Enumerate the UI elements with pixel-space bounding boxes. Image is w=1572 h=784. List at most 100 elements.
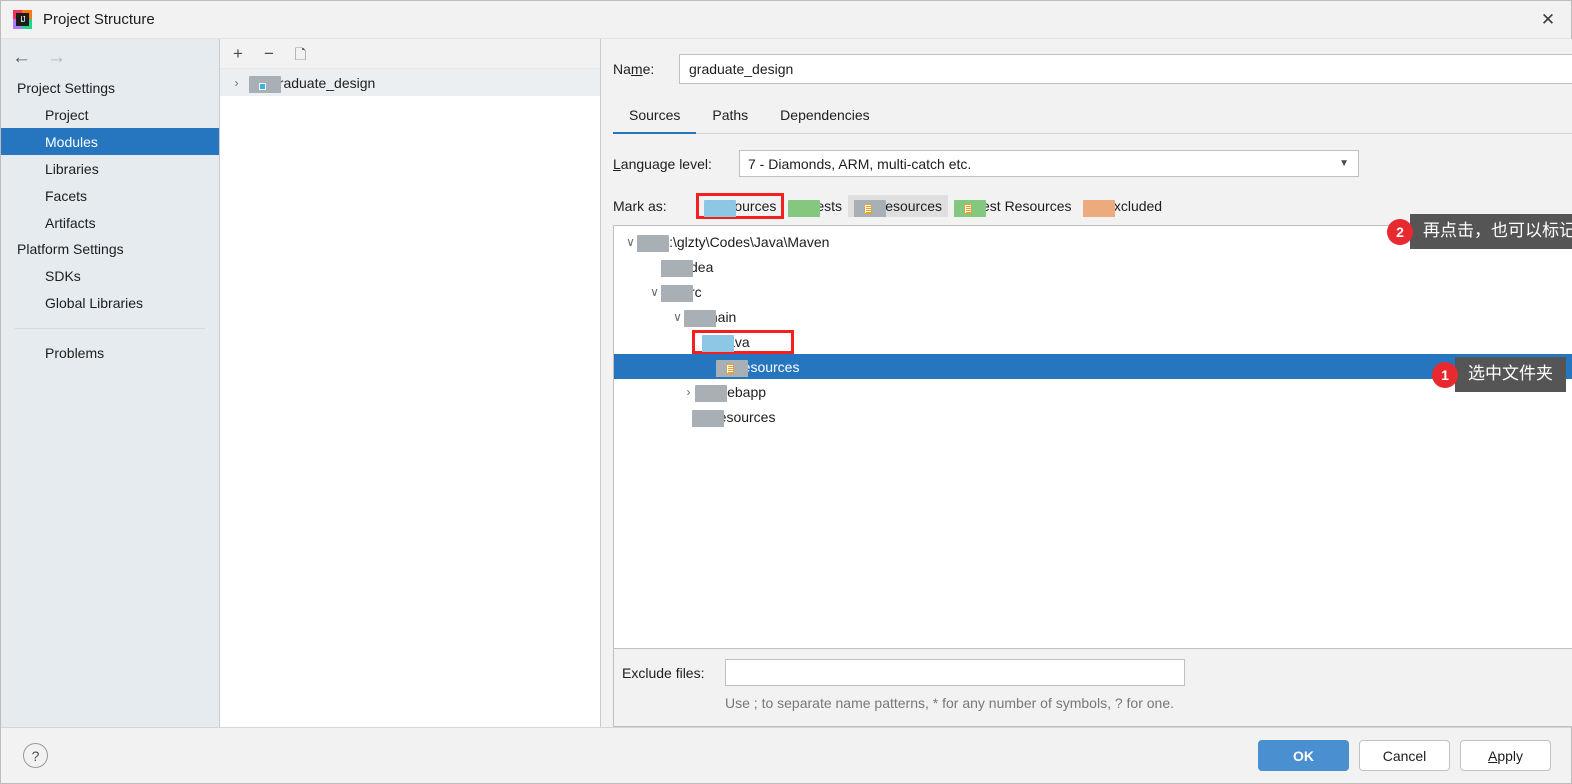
folder-gray-icon [684, 310, 716, 327]
intellij-logo-icon: IJ [13, 10, 32, 29]
annotation-text: 再点击，也可以标记文件夹 [1402, 214, 1572, 249]
sidebar-item-libraries[interactable]: Libraries [1, 155, 219, 182]
project-structure-dialog: IJ Project Structure ✕ ← → Project Setti… [0, 0, 1572, 784]
annotation-callout-2: 2 再点击，也可以标记文件夹 [1387, 214, 1572, 249]
sidebar-item-modules[interactable]: Modules [1, 128, 219, 155]
folder-resources-icon [854, 199, 887, 217]
language-level-label: Language level: [613, 155, 712, 172]
tab-paths[interactable]: Paths [696, 101, 764, 134]
content-tree: ∨ D:\glzty\Codes\Java\Maven .idea ∨ src [614, 226, 1572, 648]
window-title: Project Structure [43, 11, 155, 28]
sidebar-group-project-settings: Project Settings [17, 80, 116, 96]
module-item-label: graduate_design [271, 74, 376, 91]
sidebar-divider [15, 328, 205, 329]
annotation-number: 1 [1432, 361, 1458, 388]
chevron-right-icon[interactable]: › [230, 76, 243, 90]
sidebar-nav-arrows: ← → [1, 39, 219, 75]
footer-buttons: OK Cancel Apply [1258, 740, 1551, 771]
remove-module-icon[interactable]: − [264, 45, 274, 62]
exclude-files-label: Exclude files: [622, 664, 705, 681]
mark-as-test-resources-button[interactable]: Test Resources [948, 195, 1077, 217]
folder-gray-icon [637, 235, 669, 252]
folder-resources-icon [716, 360, 748, 377]
module-name-input[interactable] [679, 54, 1572, 84]
cancel-button[interactable]: Cancel [1359, 740, 1450, 771]
arrow-left-icon[interactable]: ← [12, 48, 31, 67]
sidebar-item-global-libraries[interactable]: Global Libraries [1, 289, 219, 316]
folder-green-icon [788, 199, 821, 217]
folder-gray-icon [661, 285, 693, 302]
annotation-number: 2 [1387, 218, 1413, 245]
sources-area: ∨ D:\glzty\Codes\Java\Maven .idea ∨ src [613, 225, 1572, 649]
settings-sidebar: ← → Project Settings Project Modules Lib… [1, 39, 220, 727]
sidebar-item-project[interactable]: Project [1, 101, 219, 128]
folder-gray-icon [661, 260, 693, 277]
mark-as-sources-button[interactable]: Sources [695, 193, 785, 219]
mark-as-excluded-button[interactable]: Excluded [1077, 195, 1168, 217]
mark-as-tests-button[interactable]: Tests [782, 195, 848, 217]
sidebar-item-problems[interactable]: Problems [1, 339, 219, 366]
dialog-footer: ? OK Cancel Apply [1, 727, 1571, 783]
help-icon[interactable]: ? [23, 743, 48, 768]
tree-row-java[interactable]: java [614, 329, 1572, 354]
sidebar-item-label: Modules [45, 133, 98, 150]
exclude-files-input[interactable] [725, 659, 1185, 686]
tree-row[interactable]: resources [614, 404, 1572, 429]
chevron-down-icon[interactable]: ∨ [648, 285, 661, 299]
folder-orange-icon [1083, 199, 1116, 217]
exclude-files-hint: Use ; to separate name patterns, * for a… [725, 695, 1175, 711]
tree-row[interactable]: .idea [614, 254, 1572, 279]
add-module-icon[interactable]: + [233, 45, 243, 62]
tree-row-resources-selected[interactable]: resources [614, 354, 1572, 379]
java-folder-highlight-box: java [692, 329, 794, 354]
mark-as-label: Mark as: [613, 198, 667, 214]
chevron-down-icon[interactable]: ∨ [624, 235, 637, 249]
chevron-down-icon[interactable]: ∨ [671, 310, 684, 324]
sidebar-item-artifacts[interactable]: Artifacts [1, 209, 219, 236]
sidebar-item-label: SDKs [45, 267, 81, 284]
tab-dependencies[interactable]: Dependencies [764, 101, 886, 134]
modules-list-panel: + − 🗋 › graduate_design [220, 39, 601, 727]
folder-gray-icon [692, 410, 724, 427]
sidebar-item-sdks[interactable]: SDKs [1, 262, 219, 289]
chevron-right-icon[interactable]: › [682, 385, 695, 399]
folder-test-resources-icon [954, 199, 986, 217]
sidebar-item-label: Global Libraries [45, 294, 144, 311]
tree-row[interactable]: ∨ main [614, 304, 1572, 329]
module-detail-panel: Name: Sources Paths Dependencies Languag… [601, 39, 1572, 727]
folder-gray-icon [695, 385, 727, 402]
sidebar-item-facets[interactable]: Facets [1, 182, 219, 209]
sidebar-item-label: Facets [45, 187, 88, 204]
chevron-down-icon[interactable]: ▼ [1339, 158, 1349, 169]
language-level-value: 7 - Diamonds, ARM, multi-catch etc. [748, 155, 972, 172]
copy-module-icon[interactable]: 🗋 [295, 47, 306, 61]
arrow-right-icon[interactable]: → [47, 48, 66, 67]
folder-module-icon [249, 76, 281, 93]
sidebar-group-platform-settings: Platform Settings [17, 241, 124, 257]
folder-blue-icon [702, 335, 734, 352]
sidebar-item-label: Libraries [45, 160, 99, 177]
close-icon[interactable]: ✕ [1525, 1, 1571, 39]
sidebar-item-label: Project [45, 106, 89, 123]
sidebar-item-label: Problems [45, 344, 105, 361]
dialog-body: ← → Project Settings Project Modules Lib… [1, 39, 1572, 727]
module-item-graduate-design[interactable]: › graduate_design [220, 69, 600, 96]
exclude-files-section: Exclude files: Use ; to separate name pa… [613, 649, 1572, 727]
tab-sources[interactable]: Sources [613, 101, 697, 134]
tree-row-label: D:\glzty\Codes\Java\Maven [659, 233, 830, 250]
annotation-text: 选中文件夹 [1447, 357, 1566, 392]
language-level-select[interactable]: 7 - Diamonds, ARM, multi-catch etc. ▼ [739, 150, 1359, 177]
module-name-label: Name: [613, 61, 655, 77]
mark-as-label-text: Test Resources [975, 198, 1072, 214]
sidebar-item-label: Artifacts [45, 214, 96, 231]
tree-row[interactable]: ∨ src [614, 279, 1572, 304]
mark-as-resources-button[interactable]: Resources [848, 195, 948, 217]
detail-tabs: Sources Paths Dependencies [613, 101, 1572, 134]
apply-button[interactable]: Apply [1460, 740, 1551, 771]
annotation-callout-1: 1 选中文件夹 [1432, 357, 1566, 392]
folder-blue-icon [704, 199, 736, 217]
ok-button[interactable]: OK [1258, 740, 1349, 771]
exclude-files-row: Exclude files: [614, 659, 1572, 686]
tree-row[interactable]: › webapp [614, 379, 1572, 404]
modules-toolbar: + − 🗋 [220, 39, 600, 69]
